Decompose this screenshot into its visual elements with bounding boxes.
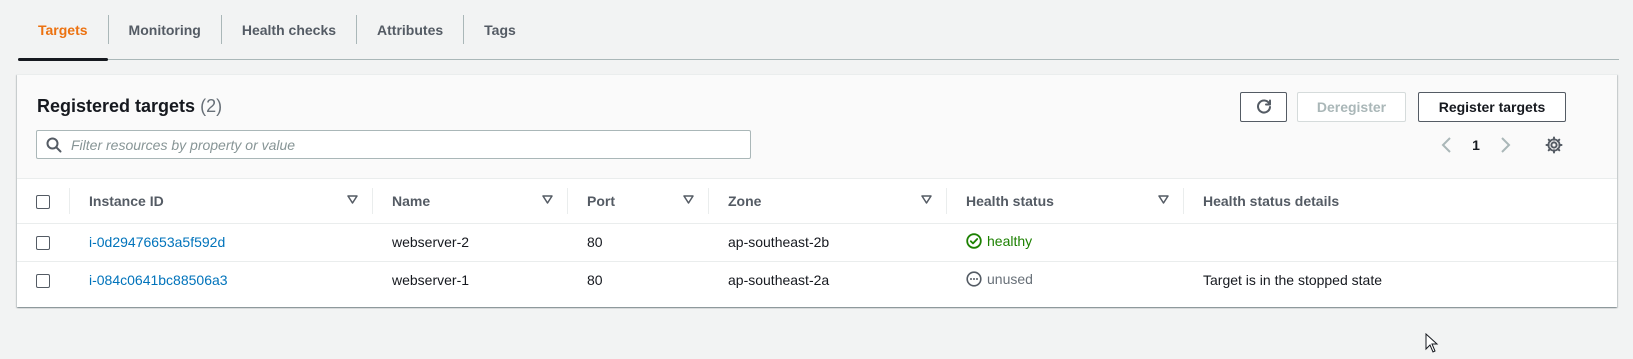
zone-cell: ap-southeast-2a (728, 272, 830, 289)
previous-page-icon[interactable] (1435, 133, 1459, 157)
panel-title-text: Registered targets (37, 96, 196, 116)
sort-icon[interactable] (921, 195, 932, 204)
instance-id-link[interactable]: i-0d29476653a5f592d (89, 234, 225, 250)
name-cell: webserver-1 (392, 272, 470, 289)
tab-monitoring[interactable]: Monitoring (109, 0, 221, 60)
check-circle-icon (966, 232, 982, 249)
register-targets-button[interactable]: Register targets (1418, 92, 1566, 122)
health-status: unused (966, 271, 1033, 287)
tab-health-checks[interactable]: Health checks (222, 0, 356, 60)
tab-tags[interactable]: Tags (464, 0, 536, 60)
sort-icon[interactable] (542, 195, 553, 204)
refresh-icon (1256, 99, 1271, 114)
zone-cell: ap-southeast-2b (709, 223, 947, 262)
sort-icon[interactable] (347, 195, 358, 204)
name-cell: webserver-2 (373, 223, 568, 262)
tab-bar: Targets Monitoring Health checks Attribu… (18, 0, 1619, 61)
table-row: i-084c0641bc88506a3 webserver-1 80 ap-so… (17, 261, 1617, 299)
next-page-icon[interactable] (1493, 133, 1517, 157)
filter-search-box (36, 130, 751, 159)
sort-icon[interactable] (683, 195, 694, 204)
column-header-health-status[interactable]: Health status (947, 179, 1184, 224)
tab-attributes[interactable]: Attributes (357, 0, 463, 60)
gear-icon[interactable] (1542, 133, 1566, 157)
health-status: healthy (966, 233, 1032, 249)
port-cell: 80 (587, 272, 603, 289)
filter-input[interactable] (71, 131, 750, 158)
pagination: 1 (1435, 133, 1517, 157)
port-cell: 80 (568, 223, 709, 262)
table-header-row: Instance ID Name Port Zone Health status… (17, 179, 1617, 224)
mouse-cursor-icon (1425, 333, 1439, 353)
health-status-details-cell: Target is in the stopped state (1203, 272, 1382, 289)
sort-icon[interactable] (1158, 195, 1169, 204)
column-header-instance-id[interactable]: Instance ID (70, 179, 373, 224)
column-header-health-status-details: Health status details (1184, 179, 1617, 224)
select-all-cell (17, 179, 70, 224)
ellipsis-circle-icon (966, 271, 982, 287)
row-checkbox[interactable] (36, 274, 50, 289)
deregister-button[interactable]: Deregister (1297, 92, 1406, 122)
target-count: (2) (200, 96, 223, 116)
column-header-name[interactable]: Name (373, 179, 568, 224)
targets-table: Instance ID Name Port Zone Health status… (17, 179, 1617, 299)
health-status-details-cell (1184, 223, 1617, 262)
refresh-button[interactable] (1240, 92, 1287, 122)
search-icon (37, 137, 71, 153)
row-checkbox[interactable] (36, 236, 50, 251)
panel-header: Registered targets (2) Deregister Regist… (17, 75, 1617, 179)
panel-title: Registered targets (2) (37, 96, 222, 117)
tab-targets[interactable]: Targets (18, 0, 108, 61)
column-header-port[interactable]: Port (568, 179, 709, 224)
instance-id-link[interactable]: i-084c0641bc88506a3 (89, 272, 228, 288)
current-page-number[interactable]: 1 (1459, 137, 1493, 153)
table-row: i-0d29476653a5f592d webserver-2 80 ap-so… (17, 223, 1617, 262)
select-all-checkbox[interactable] (36, 194, 50, 209)
column-header-zone[interactable]: Zone (709, 179, 947, 224)
registered-targets-panel: Registered targets (2) Deregister Regist… (17, 74, 1617, 307)
